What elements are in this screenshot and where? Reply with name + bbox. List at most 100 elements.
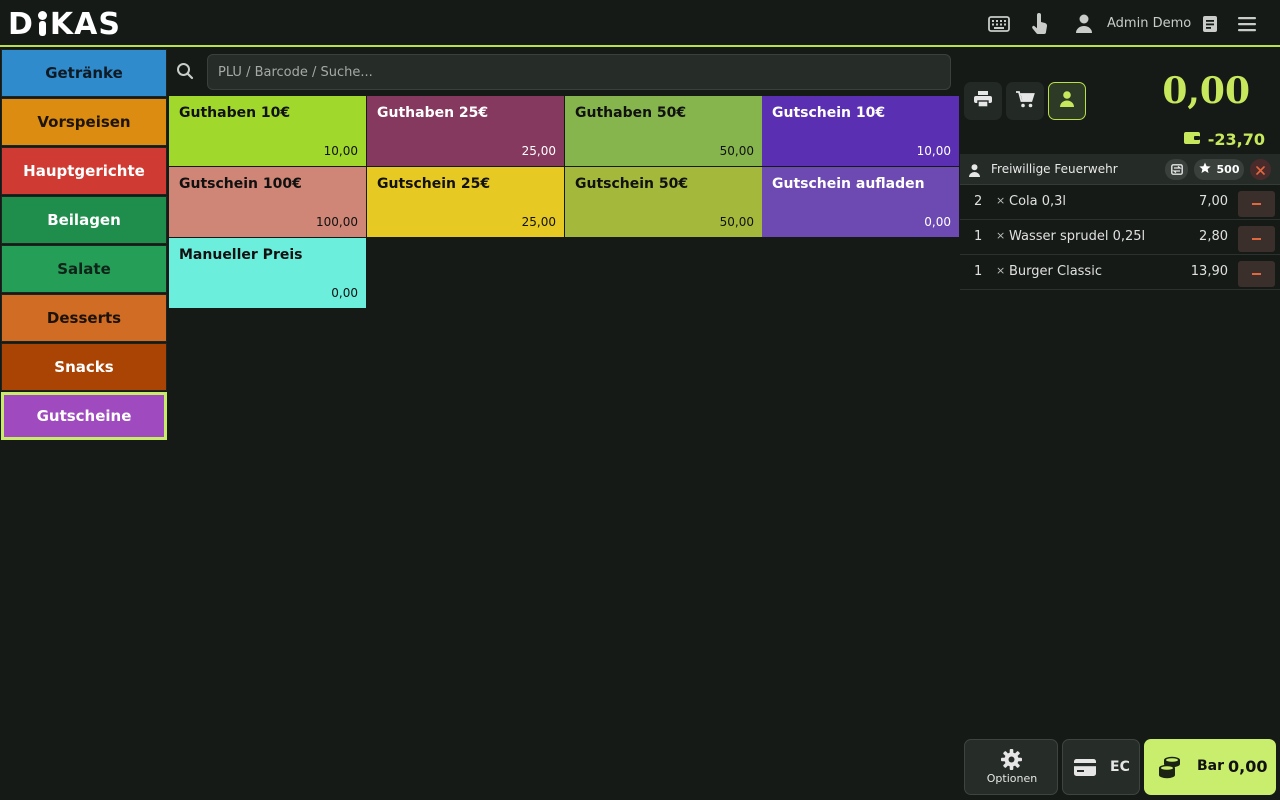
credit-card-icon bbox=[1074, 759, 1096, 780]
close-icon bbox=[1256, 160, 1265, 179]
product-price: 25,00 bbox=[521, 144, 556, 158]
category-label: Vorspeisen bbox=[37, 113, 131, 131]
swap-icon bbox=[1170, 160, 1183, 179]
wallet-icon bbox=[1183, 130, 1200, 149]
product-tile[interactable]: Gutschein 50€ 50,00 bbox=[565, 167, 762, 237]
minus-icon bbox=[1252, 238, 1261, 240]
search-input[interactable] bbox=[207, 54, 951, 90]
coins-icon bbox=[1158, 755, 1182, 783]
product-name: Guthaben 25€ bbox=[377, 105, 489, 121]
product-tile[interactable]: Manueller Preis 0,00 bbox=[169, 238, 366, 308]
logo-letter-d: D bbox=[8, 6, 34, 42]
category-gutscheine[interactable]: Gutscheine bbox=[1, 392, 167, 440]
customer-balance: -23,70 bbox=[1207, 130, 1265, 149]
cash-label: Bar bbox=[1197, 758, 1225, 774]
product-tile[interactable]: Gutschein 25€ 25,00 bbox=[367, 167, 564, 237]
cash-amount: 0,00 bbox=[1228, 757, 1268, 776]
times-icon: × bbox=[996, 229, 1006, 242]
dikas-logo: D KAS bbox=[8, 6, 121, 42]
cart-item-qty: 2 bbox=[974, 194, 983, 209]
category-hauptgerichte[interactable]: Hauptgerichte bbox=[1, 147, 167, 195]
decrease-button[interactable] bbox=[1238, 191, 1275, 217]
customer-points-badge: 500 bbox=[1194, 159, 1244, 180]
product-price: 0,00 bbox=[924, 215, 951, 229]
category-vorspeisen[interactable]: Vorspeisen bbox=[1, 98, 167, 146]
customer-button[interactable] bbox=[1048, 82, 1086, 120]
customer-name[interactable]: Freiwillige Feuerwehr Eggenfe... bbox=[991, 162, 1121, 176]
category-label: Getränke bbox=[45, 64, 123, 82]
remove-customer-button[interactable] bbox=[1250, 159, 1271, 180]
journal-icon[interactable] bbox=[1198, 12, 1222, 36]
printer-icon bbox=[974, 91, 992, 111]
product-price: 10,00 bbox=[916, 144, 951, 158]
customer-swap-button[interactable] bbox=[1165, 159, 1188, 180]
product-name: Manueller Preis bbox=[179, 247, 303, 263]
customer-icon bbox=[1060, 91, 1074, 111]
logo-i-glyph bbox=[34, 9, 50, 39]
category-label: Salate bbox=[57, 260, 111, 278]
product-price: 50,00 bbox=[719, 144, 754, 158]
product-name: Guthaben 10€ bbox=[179, 105, 291, 121]
category-desserts[interactable]: Desserts bbox=[1, 294, 167, 342]
product-tile[interactable]: Gutschein 10€ 10,00 bbox=[762, 96, 959, 166]
minus-icon bbox=[1252, 273, 1261, 275]
gear-icon bbox=[1001, 749, 1022, 774]
product-name: Gutschein 10€ bbox=[772, 105, 886, 121]
cart-item-price: 13,90 bbox=[1190, 264, 1228, 279]
cart-item-name: Wasser sprudel 0,25l bbox=[1009, 229, 1146, 244]
star-icon bbox=[1198, 162, 1211, 177]
category-label: Gutscheine bbox=[36, 407, 132, 425]
customer-person-icon bbox=[969, 162, 980, 181]
times-icon: × bbox=[996, 264, 1006, 277]
product-tile[interactable]: Guthaben 50€ 50,00 bbox=[565, 96, 762, 166]
cart-item-qty: 1 bbox=[974, 264, 983, 279]
cart-icon bbox=[1015, 90, 1035, 112]
cart-item[interactable]: 2 × Cola 0,3l 7,00 bbox=[960, 185, 1280, 220]
user-icon[interactable] bbox=[1072, 12, 1096, 36]
cart-item-price: 7,00 bbox=[1199, 194, 1228, 209]
print-button[interactable] bbox=[964, 82, 1002, 120]
category-label: Desserts bbox=[46, 309, 122, 327]
category-label: Snacks bbox=[54, 358, 114, 376]
keyboard-icon[interactable] bbox=[987, 12, 1011, 36]
product-price: 25,00 bbox=[521, 215, 556, 229]
options-label: Optionen bbox=[986, 772, 1038, 785]
product-name: Gutschein 50€ bbox=[575, 176, 689, 192]
cart-item-name: Cola 0,3l bbox=[1009, 194, 1067, 209]
decrease-button[interactable] bbox=[1238, 226, 1275, 252]
product-name: Gutschein aufladen bbox=[772, 176, 925, 192]
product-tile[interactable]: Guthaben 25€ 25,00 bbox=[367, 96, 564, 166]
order-total: 0,00 bbox=[1162, 70, 1250, 112]
product-name: Guthaben 50€ bbox=[575, 105, 687, 121]
cart-item[interactable]: 1 × Wasser sprudel 0,25l 2,80 bbox=[960, 220, 1280, 255]
cart-item-price: 2,80 bbox=[1199, 229, 1228, 244]
cart-item-qty: 1 bbox=[974, 229, 983, 244]
cart-button[interactable] bbox=[1006, 82, 1044, 120]
product-name: Gutschein 100€ bbox=[179, 176, 302, 192]
ec-payment-button[interactable]: EC bbox=[1062, 739, 1140, 795]
category-snacks[interactable]: Snacks bbox=[1, 343, 167, 391]
product-tile[interactable]: Gutschein 100€ 100,00 bbox=[169, 167, 366, 237]
menu-icon[interactable] bbox=[1235, 12, 1259, 36]
cash-payment-button[interactable]: Bar 0,00 bbox=[1144, 739, 1276, 795]
ec-label: EC bbox=[1110, 759, 1130, 775]
customer-points: 500 bbox=[1216, 163, 1240, 176]
search-icon bbox=[176, 62, 196, 82]
cart-item[interactable]: 1 × Burger Classic 13,90 bbox=[960, 255, 1280, 290]
category-getraenke[interactable]: Getränke bbox=[1, 49, 167, 97]
product-price: 0,00 bbox=[331, 286, 358, 300]
balance-row: -23,70 bbox=[1183, 130, 1265, 149]
decrease-button[interactable] bbox=[1238, 261, 1275, 287]
category-label: Hauptgerichte bbox=[23, 162, 145, 180]
minus-icon bbox=[1252, 203, 1261, 205]
category-beilagen[interactable]: Beilagen bbox=[1, 196, 167, 244]
options-button[interactable]: Optionen bbox=[964, 739, 1058, 795]
product-price: 50,00 bbox=[719, 215, 754, 229]
touch-icon[interactable] bbox=[1028, 12, 1052, 36]
product-tile[interactable]: Gutschein aufladen 0,00 bbox=[762, 167, 959, 237]
cart-item-name: Burger Classic bbox=[1009, 264, 1102, 279]
category-salate[interactable]: Salate bbox=[1, 245, 167, 293]
user-name[interactable]: Admin Demo bbox=[1107, 16, 1191, 31]
product-price: 100,00 bbox=[316, 215, 358, 229]
product-tile[interactable]: Guthaben 10€ 10,00 bbox=[169, 96, 366, 166]
